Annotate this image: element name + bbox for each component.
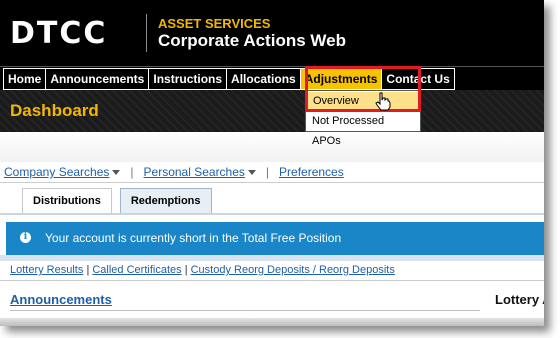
announcements-heading[interactable]: Announcements — [10, 292, 112, 307]
personal-searches-link[interactable]: Personal Searches — [144, 165, 245, 179]
divider — [0, 182, 544, 183]
chevron-down-icon[interactable] — [112, 169, 121, 175]
tab-bar: Distributions Redemptions — [22, 188, 220, 213]
main-nav: Home Announcements Instructions Allocati… — [0, 66, 544, 91]
info-banner: i Your account is currently short in the… — [6, 222, 544, 255]
nav-allocations[interactable]: Allocations — [226, 68, 301, 90]
nav-instructions[interactable]: Instructions — [148, 68, 228, 90]
chevron-down-icon[interactable] — [247, 169, 256, 175]
info-icon: i — [20, 232, 31, 243]
product-name: Corporate Actions Web — [158, 31, 346, 50]
quick-links: Lottery Results | Called Certificates | … — [10, 264, 395, 276]
separator: | — [130, 165, 134, 179]
nav-adjustments[interactable]: Adjustments — [299, 68, 383, 90]
divider — [0, 280, 544, 281]
dtcc-logo[interactable]: DTCC — [10, 16, 107, 51]
tab-redemptions[interactable]: Redemptions — [119, 188, 212, 213]
menu-item-not-processed-apos[interactable]: Not Processed APOs — [306, 111, 420, 147]
announcements-divider — [10, 310, 480, 311]
bottom-strip — [0, 318, 544, 326]
menu-item-overview[interactable]: Overview — [307, 92, 419, 110]
company-searches-link[interactable]: Company Searches — [4, 165, 109, 179]
tab-underline — [0, 213, 544, 215]
app-window: DTCC ASSET SERVICES Corporate Actions We… — [0, 0, 544, 326]
page-title: Dashboard — [10, 101, 99, 120]
hand-cursor-icon — [375, 92, 391, 111]
gray-strip — [0, 132, 544, 162]
brand-divider — [146, 14, 147, 52]
product-line: ASSET SERVICES — [158, 16, 271, 31]
lottery-results-link[interactable]: Lottery Results — [10, 264, 83, 276]
nav-home[interactable]: Home — [3, 68, 47, 90]
info-message: Your account is currently short in the T… — [45, 231, 342, 245]
nav-contact-us[interactable]: Contact Us — [381, 68, 455, 90]
called-certificates-link[interactable]: Called Certificates — [92, 264, 181, 276]
nav-announcements[interactable]: Announcements — [45, 68, 150, 90]
separator: | — [184, 264, 188, 276]
custody-reorg-deposits-link[interactable]: Custody Reorg Deposits / Reorg Deposits — [191, 264, 395, 276]
separator: | — [86, 264, 90, 276]
info-banner-footer — [0, 255, 544, 261]
separator: | — [265, 165, 270, 179]
brand-header: DTCC ASSET SERVICES Corporate Actions We… — [0, 0, 544, 66]
secondary-nav: Company Searches | Personal Searches | P… — [4, 165, 344, 179]
adjustments-dropdown-menu: Overview Not Processed APOs — [305, 90, 421, 147]
preferences-link[interactable]: Preferences — [279, 165, 344, 179]
tab-distributions[interactable]: Distributions — [22, 188, 112, 213]
lottery-heading: Lottery A — [495, 292, 544, 307]
